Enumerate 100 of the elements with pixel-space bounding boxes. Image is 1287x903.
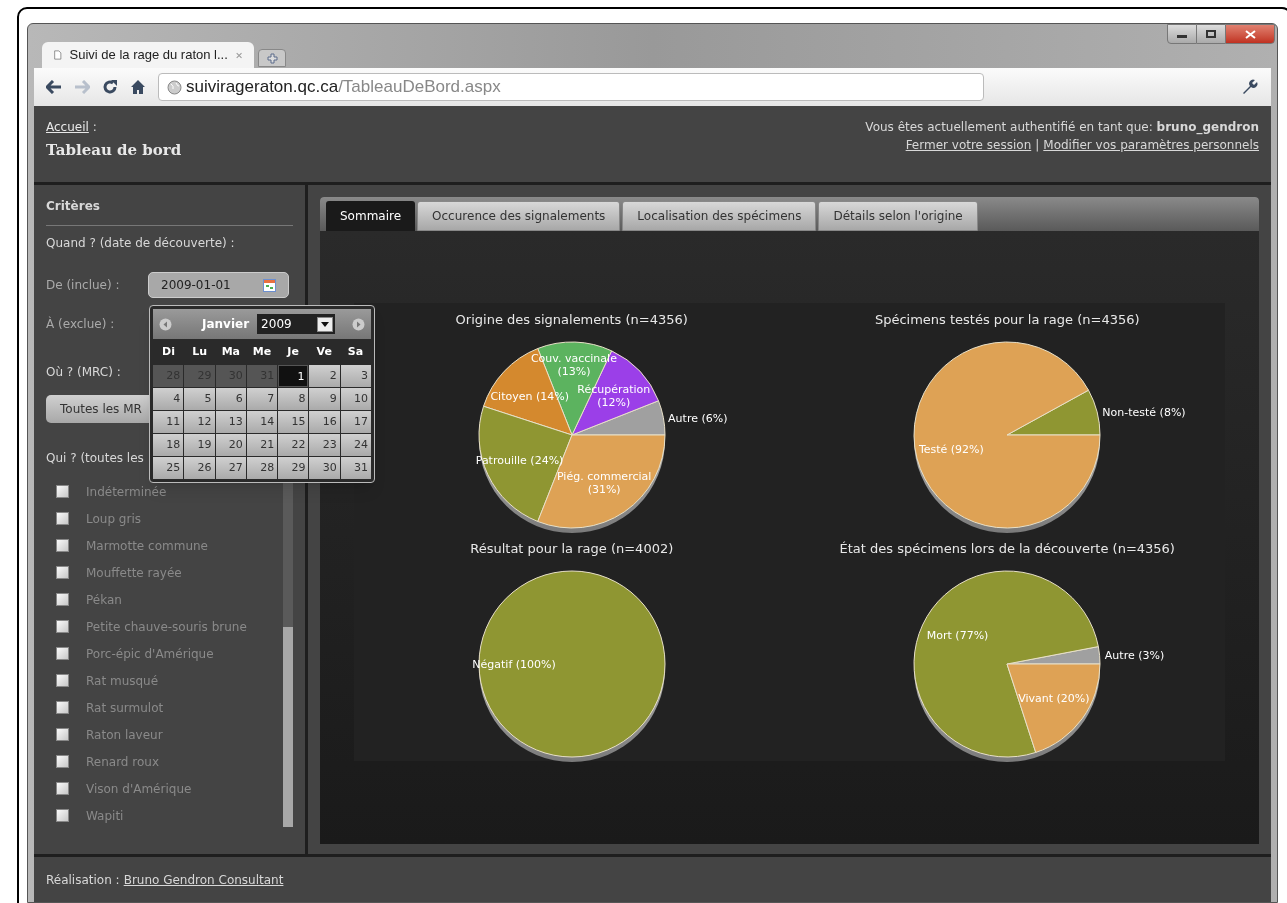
calendar-icon[interactable]	[263, 278, 276, 292]
calendar-day[interactable]: 3	[340, 365, 371, 387]
calendar-day[interactable]: 27	[215, 457, 246, 479]
checkbox[interactable]	[56, 728, 69, 741]
calendar-day[interactable]: 1	[278, 365, 309, 387]
calendar-day[interactable]: 12	[184, 411, 215, 433]
address-bar[interactable]: suivirageraton.qc.ca/TableauDeBord.aspx	[158, 73, 984, 101]
to-label: À (exclue) :	[46, 315, 115, 333]
calendar-day[interactable]: 4	[153, 388, 184, 410]
link-separator: |	[1035, 137, 1040, 154]
tab[interactable]: Occurence des signalements	[417, 201, 621, 231]
year-select[interactable]: 2009	[257, 314, 336, 334]
calendar-day[interactable]: 22	[278, 434, 309, 456]
minimize-icon	[1177, 34, 1187, 38]
species-label: Loup gris	[86, 510, 141, 528]
checkbox[interactable]	[56, 593, 69, 606]
slice-label: Testé (92%)	[918, 442, 984, 456]
checkbox[interactable]	[56, 566, 69, 579]
url-host: suivirageraton.qc.ca	[186, 76, 339, 99]
when-label: Quand ? (date de découverte) :	[46, 235, 236, 252]
checkbox[interactable]	[56, 647, 69, 660]
checkbox[interactable]	[56, 620, 69, 633]
new-tab-button[interactable]	[258, 49, 286, 67]
species-label: Renard roux	[86, 753, 159, 771]
checkbox[interactable]	[56, 539, 69, 552]
tab[interactable]: Localisation des spécimens	[622, 201, 817, 231]
calendar-day[interactable]: 13	[215, 411, 246, 433]
weekday-label: Lu	[191, 343, 209, 360]
close-icon[interactable]	[235, 50, 242, 60]
home-icon[interactable]	[130, 79, 146, 95]
calendar-day[interactable]: 18	[153, 434, 184, 456]
calendar-day[interactable]: 8	[278, 388, 309, 410]
reload-icon[interactable]	[102, 79, 118, 95]
close-window-button[interactable]	[1225, 24, 1275, 44]
footer-label: Réalisation :	[46, 871, 120, 889]
weekday-label: Ma	[220, 343, 242, 360]
forward-arrow-icon[interactable]	[74, 80, 90, 94]
checkbox[interactable]	[56, 485, 69, 498]
weekday-label: Ve	[315, 343, 333, 360]
logout-link[interactable]: Fermer votre session	[905, 136, 1032, 154]
species-label: Pékan	[86, 591, 122, 609]
calendar-day[interactable]: 15	[278, 411, 309, 433]
calendar-day[interactable]: 23	[309, 434, 340, 456]
calendar-day[interactable]: 25	[153, 457, 184, 479]
checkbox[interactable]	[56, 674, 69, 687]
checkbox[interactable]	[56, 755, 69, 768]
checkbox[interactable]	[56, 809, 69, 822]
who-label: Qui ? (toutes les	[46, 450, 144, 467]
species-label: Vison d'Amérique	[86, 780, 192, 798]
calendar-day[interactable]: 21	[246, 434, 278, 456]
browser-tab[interactable]: Suivi de la rage du raton l...	[42, 42, 254, 68]
calendar-day[interactable]: 6	[215, 388, 246, 410]
calendar-day[interactable]: 10	[340, 388, 371, 410]
weekday-label: Je	[285, 343, 300, 360]
calendar-day[interactable]: 24	[340, 434, 371, 456]
weekday-label: Di	[161, 343, 176, 360]
calendar-day[interactable]: 30	[309, 457, 340, 479]
maximize-icon	[1206, 30, 1216, 38]
consultant-link[interactable]: Bruno Gendron Consultant	[123, 870, 284, 889]
from-date-field[interactable]: 2009-01-01	[148, 272, 289, 298]
weekday-label: Me	[251, 343, 273, 360]
calendar-day[interactable]: 16	[309, 411, 340, 433]
wrench-icon[interactable]	[1241, 78, 1259, 96]
minimize-button[interactable]	[1167, 24, 1197, 44]
calendar-day[interactable]: 31	[340, 457, 371, 479]
from-label: De (inclue) :	[46, 277, 121, 294]
where-label: Où ? (MRC) :	[46, 364, 121, 381]
calendar-day[interactable]: 29	[278, 457, 309, 479]
calendar-month[interactable]: Janvier	[202, 315, 250, 333]
checkbox[interactable]	[56, 701, 69, 714]
calendar-day[interactable]: 19	[184, 434, 215, 456]
calendar-day[interactable]: 2	[309, 365, 340, 387]
checkbox[interactable]	[56, 782, 69, 795]
species-label: Porc-épic d'Amérique	[86, 645, 214, 663]
globe-icon	[167, 79, 182, 95]
slice-label: Piég. commercial (31%)	[555, 469, 653, 496]
chart-title: Origine des signalements (n=4356)	[455, 311, 688, 328]
breadcrumb-separator: :	[92, 119, 97, 136]
weekday-label: Sa	[346, 343, 365, 360]
calendar-day[interactable]: 17	[340, 411, 371, 433]
settings-link[interactable]: Modifier vos paramètres personnels	[1043, 136, 1259, 154]
calendar-day[interactable]: 26	[184, 457, 215, 479]
calendar-day[interactable]: 20	[215, 434, 246, 456]
calendar-day[interactable]: 28	[246, 457, 278, 479]
species-label: Indéterminée	[86, 483, 167, 501]
species-label: Raton laveur	[86, 726, 163, 744]
calendar-day[interactable]: 9	[309, 388, 340, 410]
scrollbar-thumb[interactable]	[283, 627, 293, 827]
calendar-day[interactable]: 5	[184, 388, 215, 410]
species-label: Rat musqué	[86, 672, 159, 690]
close-icon	[1244, 29, 1256, 39]
checkbox[interactable]	[56, 512, 69, 525]
home-link[interactable]: Accueil	[46, 118, 89, 136]
tab[interactable]: Sommaire	[326, 201, 416, 231]
tab[interactable]: Détails selon l'origine	[818, 201, 978, 231]
calendar-day[interactable]: 11	[153, 411, 184, 433]
back-arrow-icon[interactable]	[46, 80, 62, 94]
calendar-day[interactable]: 7	[246, 388, 278, 410]
calendar-day[interactable]: 14	[246, 411, 278, 433]
maximize-button[interactable]	[1197, 24, 1225, 44]
